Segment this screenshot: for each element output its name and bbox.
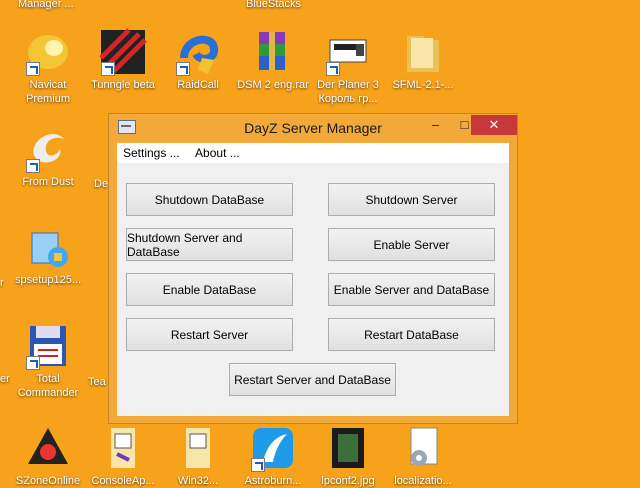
desktop-icon-localizatio[interactable]: localizatio... xyxy=(383,424,463,488)
floppy-disk-icon xyxy=(24,322,72,370)
desktop-icon-dsm2[interactable]: DSM 2 eng.rar xyxy=(233,28,313,92)
restart-server-and-database-button[interactable]: Restart Server and DataBase xyxy=(229,363,396,396)
config-file-icon xyxy=(399,424,447,472)
navicat-icon xyxy=(24,28,72,76)
desktop-icon-from-dust[interactable]: From Dust xyxy=(8,125,88,189)
desktop-icon-label: Der Planer 3 Король гр... xyxy=(317,79,379,105)
desktop-icon-lpconf[interactable]: lpconf2.jpg xyxy=(308,424,388,488)
shortcut-arrow-icon xyxy=(326,62,340,76)
shortcut-arrow-icon xyxy=(176,62,190,76)
desktop-icon-label: SFML-2.1-... xyxy=(392,79,454,91)
desktop-icon-label: RaidCall xyxy=(177,79,219,91)
desktop-icon-astroburn[interactable]: Astroburn... xyxy=(233,424,313,488)
desktop-icon-label: localizatio... xyxy=(394,475,452,487)
desktop-icon-szone[interactable]: SZoneOnline xyxy=(8,424,88,488)
desktop-icon-total-commander[interactable]: Total Commander xyxy=(8,322,88,400)
desktop-icon-label: lpconf2.jpg xyxy=(321,475,375,487)
desktop-icon-label: SZoneOnline xyxy=(15,475,81,487)
desktop-icon-label: ConsoleAp... xyxy=(91,475,155,487)
desktop-label-partial: r xyxy=(0,277,4,289)
from-dust-icon xyxy=(24,125,72,173)
shortcut-arrow-icon xyxy=(26,356,40,370)
desktop-icon-win32[interactable]: Win32... xyxy=(158,424,238,488)
menu-settings[interactable]: Settings ... xyxy=(117,143,186,160)
menu-bar: Settings ... About ... xyxy=(117,143,509,163)
shutdown-server-and-database-button[interactable]: Shutdown Server and DataBase xyxy=(126,228,293,261)
menu-about[interactable]: About ... xyxy=(189,143,246,160)
shortcut-arrow-icon xyxy=(26,159,40,173)
desktop-label-partial: Tea xyxy=(88,376,106,388)
shutdown-server-button[interactable]: Shutdown Server xyxy=(328,183,495,216)
desktop-icon-label: spsetup125... xyxy=(14,274,82,286)
window-client-area: Settings ... About ... Shutdown DataBase… xyxy=(117,143,509,416)
desktop-label-bluestacks: BlueStacks xyxy=(246,0,302,10)
folder-icon xyxy=(399,28,447,76)
desktop-icon-sfml[interactable]: SFML-2.1-... xyxy=(383,28,463,92)
desktop-icon-raidcall[interactable]: RaidCall xyxy=(158,28,238,92)
desktop-icon-label: Navicat Premium xyxy=(25,79,70,105)
title-bar[interactable]: DayZ Server Manager – □ ✕ xyxy=(109,114,517,142)
shortcut-arrow-icon xyxy=(26,62,40,76)
enable-server-and-database-button[interactable]: Enable Server and DataBase xyxy=(328,273,495,306)
szone-icon xyxy=(24,424,72,472)
tunngle-icon xyxy=(99,28,147,76)
image-file-icon xyxy=(324,424,372,472)
shortcut-arrow-icon xyxy=(251,458,265,472)
close-button[interactable]: ✕ xyxy=(471,115,517,135)
desktop-icon-label: Astroburn... xyxy=(244,475,302,487)
shutdown-database-button[interactable]: Shutdown DataBase xyxy=(126,183,293,216)
desktop-label-partial: De xyxy=(94,178,109,190)
restart-database-button[interactable]: Restart DataBase xyxy=(328,318,495,351)
desktop-icon-spsetup[interactable]: spsetup125... xyxy=(8,223,88,287)
shortcut-arrow-icon xyxy=(101,62,115,76)
der-planer-icon xyxy=(324,28,372,76)
desktop-icon-der-planer[interactable]: Der Planer 3 Король гр... xyxy=(308,28,388,106)
desktop-icon-label: Total Commander xyxy=(17,373,79,399)
minimize-button[interactable]: – xyxy=(421,115,450,135)
desktop-label-manager: Manager ... xyxy=(18,0,74,10)
setup-icon xyxy=(24,223,72,271)
desktop-icon-consoleap[interactable]: ConsoleAp... xyxy=(83,424,163,488)
desktop-icon-navicat[interactable]: Navicat Premium xyxy=(8,28,88,106)
desktop-icon-label: Tunngle beta xyxy=(91,79,155,91)
desktop-icon-label: From Dust xyxy=(22,176,74,188)
astroburn-icon xyxy=(249,424,297,472)
desktop-icon-label: Win32... xyxy=(177,475,219,487)
dayz-server-manager-window: DayZ Server Manager – □ ✕ Settings ... A… xyxy=(108,113,518,424)
enable-server-button[interactable]: Enable Server xyxy=(328,228,495,261)
desktop-icon-label: DSM 2 eng.rar xyxy=(237,79,309,91)
raidcall-icon xyxy=(174,28,222,76)
vs-project-icon xyxy=(99,424,147,472)
enable-database-button[interactable]: Enable DataBase xyxy=(126,273,293,306)
winrar-archive-icon xyxy=(249,28,297,76)
vs-project-icon xyxy=(174,424,222,472)
restart-server-button[interactable]: Restart Server xyxy=(126,318,293,351)
desktop-icon-tunngle[interactable]: Tunngle beta xyxy=(83,28,163,92)
